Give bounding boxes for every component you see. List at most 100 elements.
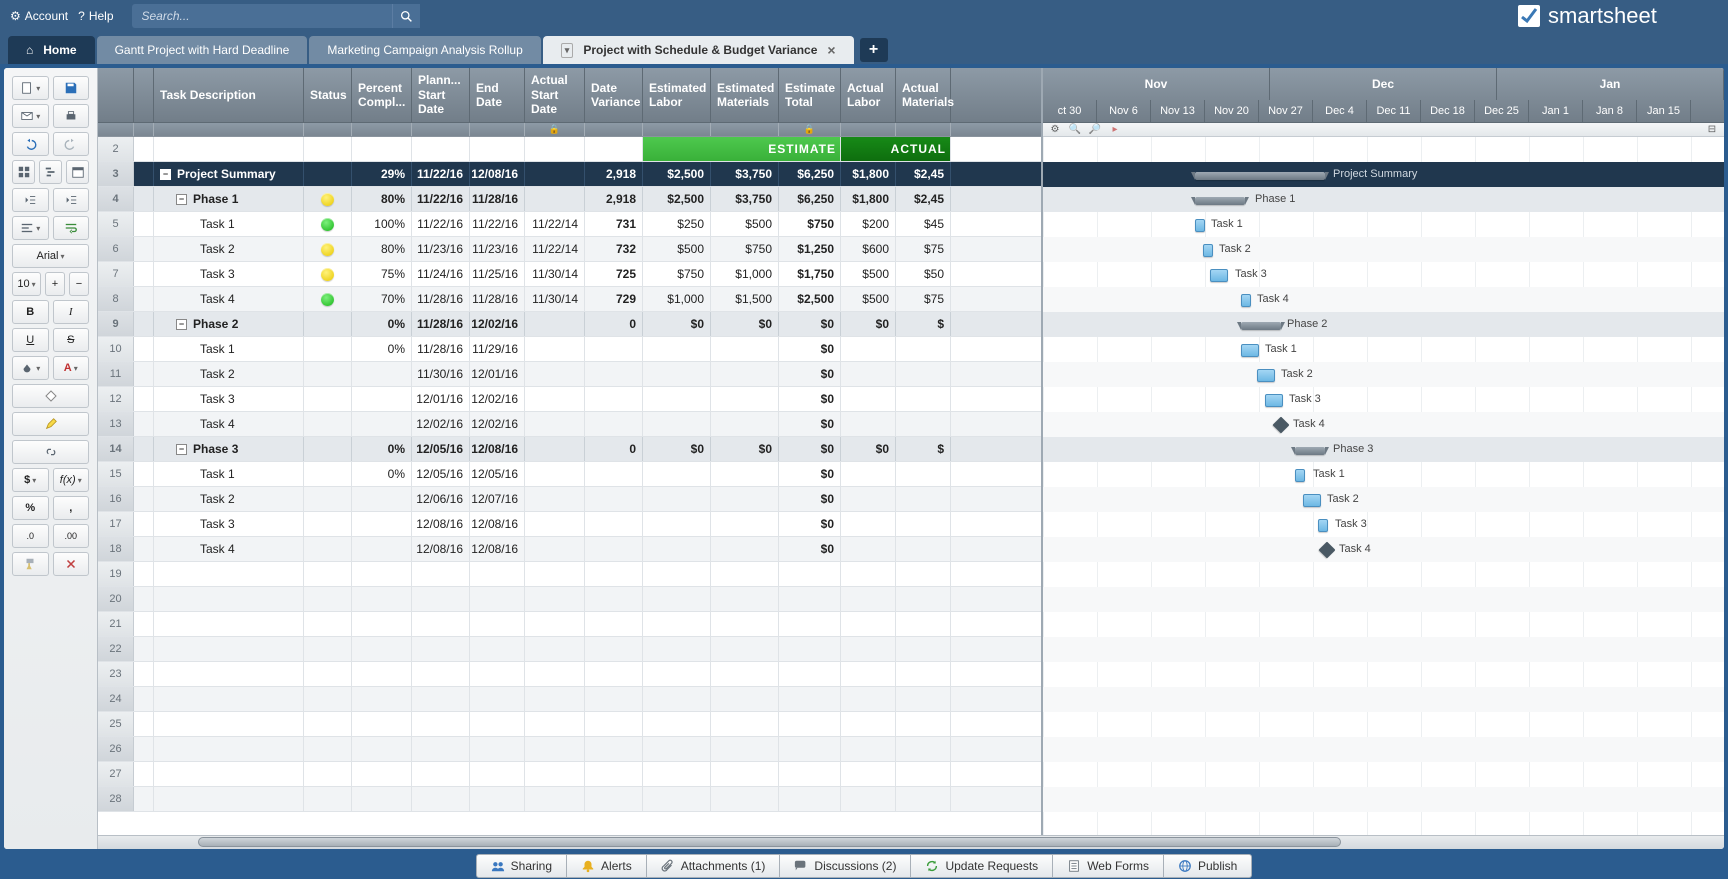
cell-end[interactable]: 12/02/16	[470, 312, 525, 336]
cell-astart[interactable]	[525, 162, 585, 186]
row-number[interactable]: 2	[98, 137, 134, 161]
percent-button[interactable]: %	[12, 496, 49, 520]
week-header[interactable]: Jan 1	[1529, 100, 1583, 122]
col-emat[interactable]: Estimated Materials	[711, 68, 779, 122]
decimal-less-button[interactable]: .0	[12, 524, 49, 548]
row-number[interactable]: 10	[98, 337, 134, 361]
webforms-button[interactable]: Web Forms	[1053, 854, 1164, 878]
cell-amat[interactable]	[896, 687, 951, 711]
cell-amat[interactable]: $	[896, 437, 951, 461]
cell-amat[interactable]	[896, 537, 951, 561]
cell-percent[interactable]	[352, 612, 412, 636]
cell-dvar[interactable]	[585, 612, 643, 636]
grid-row[interactable]: 16 Task 2 12/06/16 12/07/16 $0	[98, 487, 1041, 512]
cell-astart[interactable]	[525, 312, 585, 336]
cell-desc[interactable]: Task 3	[154, 262, 304, 286]
cell-amat[interactable]	[896, 412, 951, 436]
sharing-button[interactable]: Sharing	[476, 854, 567, 878]
grid-row[interactable]: 7 Task 3 75% 11/24/16 11/25/16 11/30/14 …	[98, 262, 1041, 287]
cell-alabor[interactable]	[841, 562, 896, 586]
cell-etotal[interactable]: $0	[779, 462, 841, 486]
cell-alabor[interactable]	[841, 537, 896, 561]
cell-astart[interactable]: 11/22/14	[525, 212, 585, 236]
cell-dvar[interactable]: 2,918	[585, 162, 643, 186]
cell-etotal[interactable]	[779, 737, 841, 761]
horizontal-scrollbar[interactable]	[98, 835, 1724, 849]
cell-etotal[interactable]	[779, 787, 841, 811]
cell-dvar[interactable]: 729	[585, 287, 643, 311]
row-number[interactable]: 6	[98, 237, 134, 261]
bold-button[interactable]: B	[12, 300, 49, 324]
cell-alabor[interactable]	[841, 362, 896, 386]
cell-end[interactable]	[470, 637, 525, 661]
cell-dvar[interactable]	[585, 362, 643, 386]
gantt-row[interactable]: Task 3	[1043, 262, 1724, 287]
font-larger-button[interactable]: +	[45, 272, 65, 296]
cell-end[interactable]: 12/02/16	[470, 412, 525, 436]
row-number[interactable]: 13	[98, 412, 134, 436]
cell-elabor[interactable]	[643, 337, 711, 361]
cell-amat[interactable]	[896, 662, 951, 686]
cell-elabor[interactable]	[643, 737, 711, 761]
col-desc[interactable]: Task Description	[154, 68, 304, 122]
cell-amat[interactable]	[896, 387, 951, 411]
cell-percent[interactable]: 29%	[352, 162, 412, 186]
cell-pstart[interactable]: 12/05/16	[412, 437, 470, 461]
grid-row[interactable]: 25	[98, 712, 1041, 737]
collapse-toggle[interactable]: −	[160, 169, 171, 180]
cell-status[interactable]	[304, 787, 352, 811]
cell-emat[interactable]	[711, 687, 779, 711]
cell-status[interactable]	[304, 262, 352, 286]
highlight-button[interactable]	[12, 412, 89, 436]
cell-elabor[interactable]: $250	[643, 212, 711, 236]
cell-elabor[interactable]	[643, 537, 711, 561]
cell-pstart[interactable]: 12/05/16	[412, 462, 470, 486]
cell-status[interactable]	[304, 412, 352, 436]
cell-etotal[interactable]: $0	[779, 412, 841, 436]
cell-status[interactable]	[304, 312, 352, 336]
grid-row[interactable]: 27	[98, 762, 1041, 787]
week-header[interactable]: Nov 13	[1151, 100, 1205, 122]
cell-astart[interactable]: 11/22/14	[525, 237, 585, 261]
formula-button[interactable]: f(x)	[53, 468, 90, 492]
gantt-row[interactable]: Task 2	[1043, 487, 1724, 512]
cell-desc[interactable]: Task 1	[154, 462, 304, 486]
cell-pstart[interactable]	[412, 587, 470, 611]
cell-elabor[interactable]	[643, 512, 711, 536]
cell-end[interactable]: 12/08/16	[470, 437, 525, 461]
cell-amat[interactable]	[896, 712, 951, 736]
tab-marketing-rollup[interactable]: Marketing Campaign Analysis Rollup	[309, 36, 540, 64]
cell-desc[interactable]: −Project Summary	[154, 162, 304, 186]
gantt-bar[interactable]	[1265, 394, 1283, 407]
grid-row[interactable]: 23	[98, 662, 1041, 687]
cell-elabor[interactable]: $2,500	[643, 162, 711, 186]
gantt-row[interactable]: Task 2	[1043, 237, 1724, 262]
cell-desc[interactable]	[154, 662, 304, 686]
cell-pstart[interactable]: 11/22/16	[412, 162, 470, 186]
cell-pstart[interactable]: 11/24/16	[412, 262, 470, 286]
gantt-row[interactable]: Task 4	[1043, 412, 1724, 437]
gantt-bar[interactable]	[1319, 542, 1336, 559]
cell-etotal[interactable]	[779, 587, 841, 611]
cell-end[interactable]: 12/08/16	[470, 162, 525, 186]
cell-pstart[interactable]	[412, 762, 470, 786]
cell-desc[interactable]	[154, 562, 304, 586]
cell-status[interactable]	[304, 712, 352, 736]
cell-elabor[interactable]: $750	[643, 262, 711, 286]
cell-emat[interactable]	[711, 662, 779, 686]
cell-dvar[interactable]	[585, 387, 643, 411]
cell-alabor[interactable]	[841, 612, 896, 636]
cell-elabor[interactable]	[643, 387, 711, 411]
cell-pstart[interactable]	[412, 712, 470, 736]
cell-elabor[interactable]	[643, 712, 711, 736]
cell-elabor[interactable]	[643, 612, 711, 636]
gantt-close-icon[interactable]: ⊟	[1706, 124, 1718, 136]
cell-percent[interactable]	[352, 662, 412, 686]
cell-amat[interactable]	[896, 737, 951, 761]
cell-amat[interactable]	[896, 337, 951, 361]
col-dvar[interactable]: Date Variance	[585, 68, 643, 122]
cell-emat[interactable]: $3,750	[711, 187, 779, 211]
gantt-bar[interactable]	[1241, 322, 1281, 330]
gantt-row[interactable]	[1043, 712, 1724, 737]
cell-end[interactable]	[470, 737, 525, 761]
